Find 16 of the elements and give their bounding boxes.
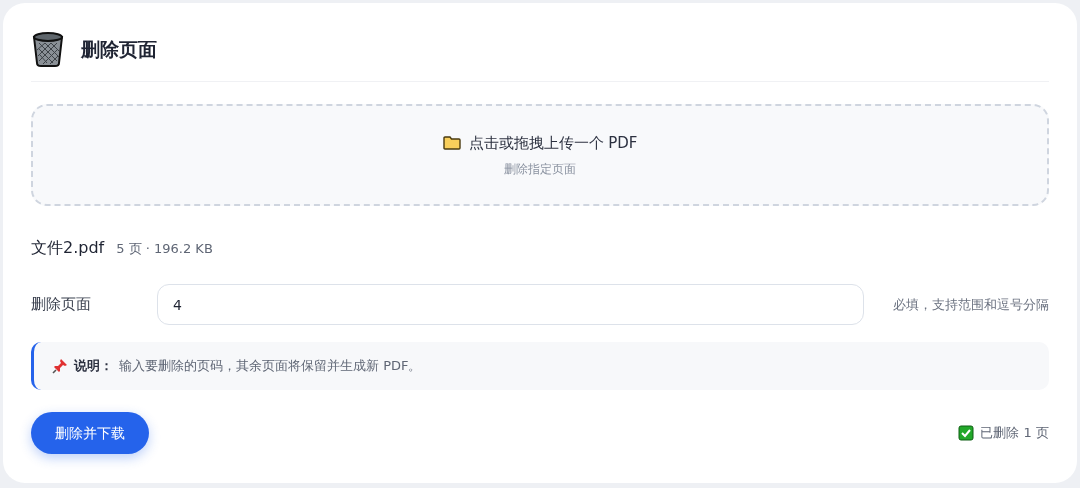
field-help: 必填，支持范围和逗号分隔 <box>893 295 1049 314</box>
wastebasket-icon <box>31 31 65 67</box>
file-name: 文件2.pdf <box>31 237 105 259</box>
upload-hint: 删除指定页面 <box>504 161 576 179</box>
page-title: 删除页面 <box>81 36 157 62</box>
upload-label: 点击或拖拽上传一个 PDF <box>468 132 638 154</box>
pushpin-icon <box>52 358 68 374</box>
pages-input-field[interactable]: 4 <box>157 284 864 325</box>
folder-icon <box>442 136 461 150</box>
delete-download-button[interactable]: 删除并下载 <box>31 412 149 454</box>
note-text: 输入要删除的页码，其余页面将保留并生成新 PDF。 <box>119 357 422 376</box>
file-meta: 5 页 · 196.2 KB <box>116 240 213 258</box>
status-text: 已删除 1 页 <box>980 424 1049 443</box>
note-label: 说明： <box>74 357 113 376</box>
field-label: 删除页面 <box>31 294 92 316</box>
upload-dropzone[interactable]: 点击或拖拽上传一个 PDF 删除指定页面 <box>31 104 1049 206</box>
